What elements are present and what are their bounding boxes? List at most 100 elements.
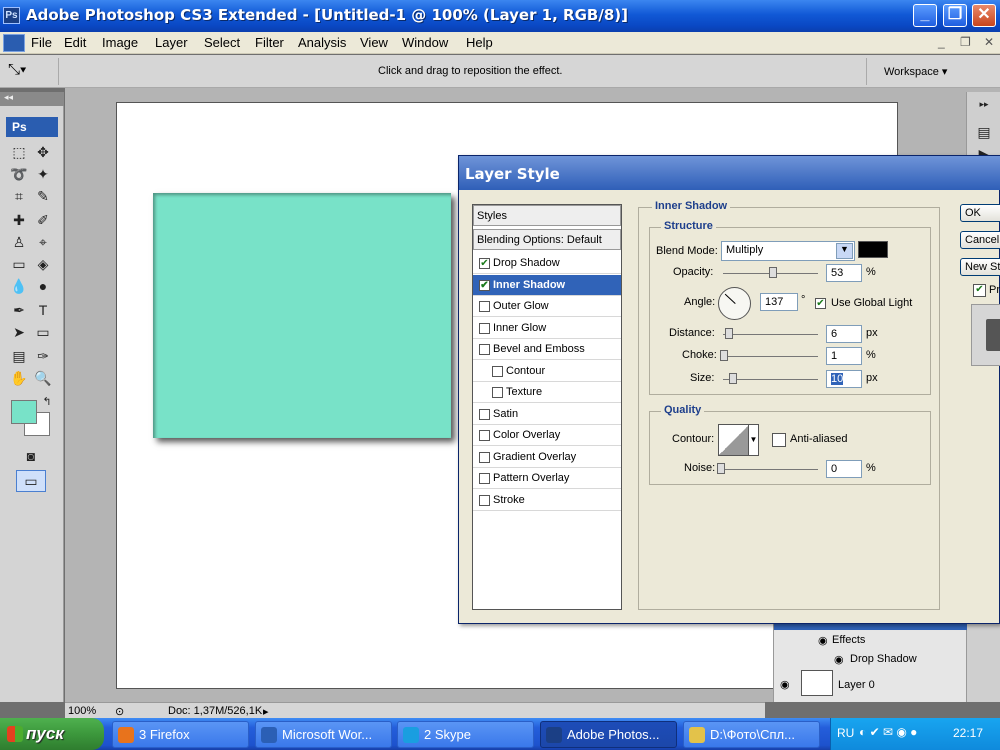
- distance-field[interactable]: 6: [826, 325, 862, 343]
- eraser-tool-icon[interactable]: ▭: [8, 254, 30, 274]
- move-tool-icon[interactable]: ⤡▾: [8, 61, 26, 78]
- minimize-button[interactable]: _: [913, 4, 937, 27]
- style-checkbox[interactable]: [479, 451, 490, 463]
- brush-tool-icon[interactable]: ✐: [32, 210, 54, 230]
- style-item-contour[interactable]: Contour: [473, 361, 621, 382]
- style-item-texture[interactable]: Texture: [473, 382, 621, 403]
- choke-slider-track[interactable]: [723, 356, 818, 357]
- history-panel-icon[interactable]: ▤: [973, 122, 995, 142]
- noise-slider-thumb[interactable]: [717, 463, 725, 474]
- style-checkbox[interactable]: [479, 322, 490, 334]
- taskbar-item-firefox[interactable]: 3 Firefox: [112, 721, 249, 748]
- doc-close-icon[interactable]: ✕: [984, 35, 994, 49]
- style-item-satin[interactable]: Satin: [473, 404, 621, 425]
- path-selection-tool-icon[interactable]: ➤: [8, 322, 30, 342]
- menu-edit[interactable]: Edit: [64, 35, 86, 50]
- size-slider-track[interactable]: [723, 379, 818, 380]
- crop-tool-icon[interactable]: ⌗: [8, 186, 30, 206]
- style-checkbox[interactable]: [479, 344, 490, 355]
- hand-tool-icon[interactable]: ✋: [8, 368, 30, 388]
- choke-slider-thumb[interactable]: [720, 350, 728, 361]
- eye-icon[interactable]: ◉: [834, 653, 844, 666]
- styles-header[interactable]: Styles: [473, 205, 621, 226]
- taskbar-item-folder[interactable]: D:\Фото\Спл...: [683, 721, 820, 748]
- ok-button[interactable]: OK: [960, 204, 1000, 222]
- document-icon[interactable]: [3, 34, 25, 52]
- anti-aliased-checkbox[interactable]: [772, 433, 786, 447]
- menu-file[interactable]: File: [31, 35, 52, 50]
- blend-mode-select[interactable]: Multiply ▼: [721, 241, 855, 261]
- choke-field[interactable]: 1: [826, 347, 862, 365]
- angle-field[interactable]: 137: [760, 293, 798, 311]
- style-checkbox[interactable]: ✔: [479, 279, 490, 291]
- lasso-tool-icon[interactable]: ➰: [8, 164, 30, 184]
- menu-layer[interactable]: Layer: [155, 35, 188, 50]
- noise-slider-track[interactable]: [721, 469, 818, 470]
- quick-mask-icon[interactable]: ◙: [20, 446, 42, 466]
- menu-filter[interactable]: Filter: [255, 35, 284, 50]
- chevron-down-icon[interactable]: ▼: [748, 425, 758, 455]
- start-button[interactable]: пуск: [0, 718, 104, 750]
- workspace-menu[interactable]: Workspace ▾: [884, 65, 947, 78]
- menu-select[interactable]: Select: [204, 35, 240, 50]
- blur-tool-icon[interactable]: 💧: [8, 276, 30, 296]
- menu-analysis[interactable]: Analysis: [298, 35, 346, 50]
- taskbar-item-skype[interactable]: 2 Skype: [397, 721, 534, 748]
- move-tool-icon[interactable]: ✥: [32, 142, 54, 162]
- status-menu-icon[interactable]: ⊙: [115, 705, 124, 718]
- doc-restore-icon[interactable]: ❐: [960, 35, 971, 49]
- slice-tool-icon[interactable]: ✎: [32, 186, 54, 206]
- screen-mode-icon[interactable]: ▭: [16, 470, 46, 492]
- distance-slider-thumb[interactable]: [725, 328, 733, 339]
- menu-image[interactable]: Image: [102, 35, 138, 50]
- style-checkbox[interactable]: [479, 301, 490, 312]
- maximize-button[interactable]: ❐: [943, 4, 967, 27]
- style-checkbox[interactable]: [479, 494, 490, 506]
- style-item-stroke[interactable]: Stroke: [473, 490, 621, 511]
- style-item-inner-shadow[interactable]: ✔ Inner Shadow: [473, 274, 621, 296]
- rectangle-tool-icon[interactable]: ▭: [32, 322, 54, 342]
- opacity-field[interactable]: 53: [826, 264, 862, 282]
- foreground-color-swatch[interactable]: [11, 400, 37, 424]
- magic-wand-tool-icon[interactable]: ✦: [32, 164, 54, 184]
- dock-expand-icon[interactable]: ▸▸: [973, 94, 995, 114]
- style-checkbox[interactable]: [479, 430, 490, 441]
- style-checkbox[interactable]: [479, 408, 490, 420]
- style-item-outer-glow[interactable]: Outer Glow: [473, 296, 621, 317]
- preview-checkbox[interactable]: ✔: [973, 284, 986, 297]
- cancel-button[interactable]: Cancel: [960, 231, 1000, 249]
- new-style-button[interactable]: New Style...: [960, 258, 1000, 276]
- style-item-gradient-overlay[interactable]: Gradient Overlay: [473, 447, 621, 468]
- chevron-down-icon[interactable]: ▼: [836, 243, 853, 259]
- eye-icon[interactable]: ◉: [780, 678, 790, 691]
- tray-icons[interactable]: ◐ ✔ ✉ ◉ ●: [859, 725, 917, 739]
- clone-stamp-tool-icon[interactable]: ♙: [8, 232, 30, 252]
- menu-window[interactable]: Window: [402, 35, 448, 50]
- close-button[interactable]: ✕: [972, 4, 996, 27]
- menu-help[interactable]: Help: [466, 35, 493, 50]
- contour-picker[interactable]: ▼: [718, 424, 759, 456]
- taskbar-item-photoshop[interactable]: Adobe Photos...: [540, 721, 677, 748]
- dodge-tool-icon[interactable]: ●: [32, 276, 54, 296]
- language-indicator[interactable]: RU: [837, 726, 854, 740]
- style-item-bevel-and-emboss[interactable]: Bevel and Emboss: [473, 339, 621, 360]
- style-item-color-overlay[interactable]: Color Overlay: [473, 425, 621, 446]
- style-checkbox[interactable]: [479, 473, 490, 484]
- eye-icon[interactable]: ◉: [818, 634, 828, 647]
- style-item-inner-glow[interactable]: Inner Glow: [473, 318, 621, 339]
- zoom-tool-icon[interactable]: 🔍: [32, 368, 54, 388]
- angle-dial[interactable]: [718, 287, 751, 320]
- doc-minimize-icon[interactable]: _: [938, 35, 945, 49]
- healing-brush-tool-icon[interactable]: ✚: [8, 210, 30, 230]
- opacity-slider-thumb[interactable]: [769, 267, 777, 278]
- type-tool-icon[interactable]: T: [32, 300, 54, 320]
- style-checkbox[interactable]: [492, 387, 503, 398]
- style-checkbox[interactable]: [492, 365, 503, 377]
- taskbar-item-word[interactable]: Microsoft Wor...: [255, 721, 392, 748]
- blending-options-item[interactable]: Blending Options: Default: [473, 229, 621, 250]
- paint-bucket-tool-icon[interactable]: ◈: [32, 254, 54, 274]
- distance-slider-track[interactable]: [723, 334, 818, 335]
- style-item-drop-shadow[interactable]: ✔ Drop Shadow: [473, 253, 621, 274]
- style-checkbox[interactable]: ✔: [479, 258, 490, 269]
- layer-0-label[interactable]: Layer 0: [838, 679, 1000, 691]
